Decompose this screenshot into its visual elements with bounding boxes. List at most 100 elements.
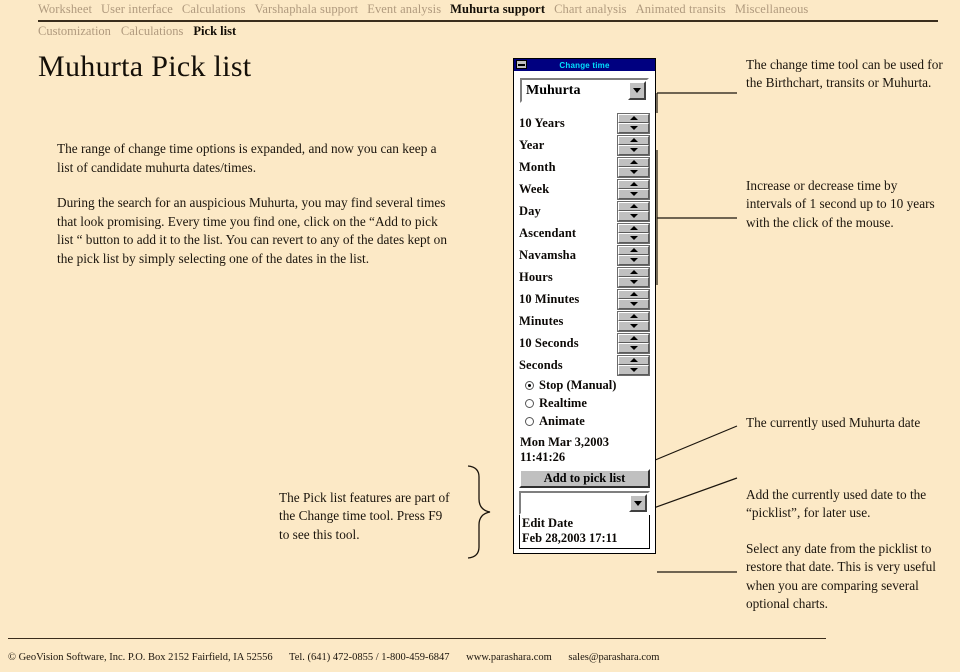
chevron-down-icon[interactable] [629,494,647,512]
spinner-label: Day [519,203,541,218]
spinner-control[interactable] [617,332,650,354]
footer-email[interactable]: sales@parashara.com [568,652,659,663]
nav-item-event-analysis[interactable]: Event analysis [367,2,441,17]
page-title: Muhurta Pick list [38,50,252,83]
subnav-item-pick-list[interactable]: Pick list [193,24,236,39]
footer-website[interactable]: www.parashara.com [466,652,552,663]
spinner-row: Seconds [519,354,650,376]
spinner-label: 10 Seconds [519,335,579,350]
spinner-row: Minutes [519,310,650,332]
subnav-item-calculations[interactable]: Calculations [121,24,184,39]
spinner-control[interactable] [617,156,650,178]
nav-item-miscellaneous[interactable]: Miscellaneous [735,2,809,17]
current-muhurta-datetime: Mon Mar 3,2003 11:41:26 [520,435,650,465]
pick-list-combobox[interactable] [519,491,650,515]
mode-combobox[interactable]: Muhurta [520,78,649,103]
dialog-titlebar: Change time [514,59,655,71]
spinner-control[interactable] [617,354,650,376]
spinner-control[interactable] [617,134,650,156]
spinner-up-icon[interactable] [618,355,649,365]
radio-mark-icon[interactable] [525,416,534,426]
spinner-up-icon[interactable] [618,201,649,211]
playback-mode-radio-group: Stop (Manual) Realtime Animate [519,376,650,430]
add-to-pick-list-button[interactable]: Add to pick list [519,469,650,488]
radio-mark-icon[interactable] [525,398,534,408]
time-interval-spinner-list: 10 Years Year Month Week Day Ascendant Navamsh… [519,112,650,376]
spinner-label: 10 Minutes [519,291,580,306]
current-date-value: Mon Mar 3,2003 [520,435,609,449]
spinner-down-icon[interactable] [618,123,649,133]
footer-divider-rule [8,638,826,639]
spinner-down-icon[interactable] [618,299,649,309]
spinner-up-icon[interactable] [618,289,649,299]
change-time-dialog[interactable]: Change time Muhurta 10 Years Year Month Wee… [513,58,656,554]
spinner-control[interactable] [617,288,650,310]
primary-navigation: Worksheet User interface Calculations Varsh… [38,2,938,17]
spinner-control[interactable] [617,112,650,134]
spinner-row: 10 Minutes [519,288,650,310]
radio-mark-icon[interactable] [525,380,534,390]
spinner-control[interactable] [617,310,650,332]
spinner-up-icon[interactable] [618,223,649,233]
spinner-row: Ascendant [519,222,650,244]
spinner-up-icon[interactable] [618,113,649,123]
spinner-control[interactable] [617,222,650,244]
spinner-up-icon[interactable] [618,179,649,189]
spinner-down-icon[interactable] [618,277,649,287]
pick-list-item[interactable]: Edit Date [522,516,647,531]
annotation-change-time-tool: The change time tool can be used for the… [746,57,943,91]
intro-paragraph-2: During the search for an auspicious Muhu… [57,195,447,266]
spinner-up-icon[interactable] [618,311,649,321]
spinner-down-icon[interactable] [618,145,649,155]
spinner-down-icon[interactable] [618,167,649,177]
annotation-select-any-date: Select any date from the picklist to res… [746,541,936,611]
radio-stop-manual-[interactable]: Stop (Manual) [525,376,650,394]
nav-item-muhurta-support[interactable]: Muhurta support [450,2,545,17]
nav-item-varshaphala-support[interactable]: Varshaphala support [255,2,359,17]
radio-realtime[interactable]: Realtime [525,394,650,412]
spinner-control[interactable] [617,178,650,200]
spinner-row: Year [519,134,650,156]
nav-item-calculations[interactable]: Calculations [182,2,246,17]
spinner-row: Navamsha [519,244,650,266]
spinner-label: Hours [519,269,553,284]
pick-list-dropdown[interactable]: Edit Date Feb 28,2003 17:11 [519,515,650,549]
spinner-label: Seconds [519,357,563,372]
radio-label: Realtime [539,395,587,410]
chevron-down-icon[interactable] [628,81,646,100]
subnav-item-customization[interactable]: Customization [38,24,111,39]
nav-item-user-interface[interactable]: User interface [101,2,173,17]
spinner-down-icon[interactable] [618,321,649,331]
dialog-title: Change time [559,60,610,70]
annotation-pick-list-features: The Pick list features are part of the C… [279,490,450,542]
spinner-label: Ascendant [519,225,577,240]
radio-animate[interactable]: Animate [525,412,650,430]
spinner-down-icon[interactable] [618,189,649,199]
spinner-up-icon[interactable] [618,333,649,343]
spinner-down-icon[interactable] [618,365,649,375]
spinner-down-icon[interactable] [618,233,649,243]
spinner-up-icon[interactable] [618,157,649,167]
spinner-control[interactable] [617,244,650,266]
spinner-down-icon[interactable] [618,255,649,265]
spinner-up-icon[interactable] [618,135,649,145]
intro-text-block: The range of change time options is expa… [57,140,447,285]
system-menu-icon[interactable] [516,60,527,69]
nav-item-worksheet[interactable]: Worksheet [38,2,92,17]
spinner-down-icon[interactable] [618,211,649,221]
spinner-up-icon[interactable] [618,245,649,255]
spinner-up-icon[interactable] [618,267,649,277]
spinner-row: Month [519,156,650,178]
pick-list-item[interactable]: Feb 28,2003 17:11 [522,531,647,546]
annotation-currently-used-date: The currently used Muhurta date [746,415,921,430]
nav-item-animated-transits[interactable]: Animated transits [636,2,726,17]
pick-list-combobox-value [521,493,628,513]
spinner-down-icon[interactable] [618,343,649,353]
spinner-row: Day [519,200,650,222]
dialog-body: Muhurta 10 Years Year Month Week Day Ascendan… [514,71,655,553]
radio-label: Stop (Manual) [539,377,617,392]
spinner-control[interactable] [617,266,650,288]
spinner-control[interactable] [617,200,650,222]
spinner-label: 10 Years [519,115,565,130]
nav-item-chart-analysis[interactable]: Chart analysis [554,2,627,17]
